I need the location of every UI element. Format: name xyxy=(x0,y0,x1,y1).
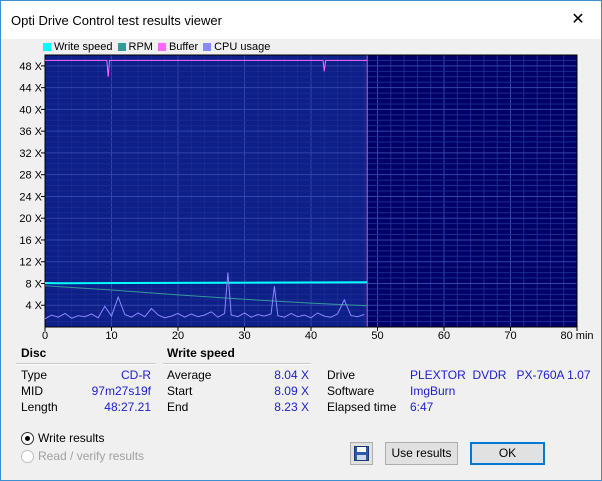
y-tick-label: 20 X xyxy=(19,213,42,225)
type-value: CD-R xyxy=(121,368,151,382)
x-tick-label: 10 xyxy=(105,330,117,341)
x-tick-label: 80 min xyxy=(560,330,593,341)
average-value: 8.04 X xyxy=(274,368,309,382)
software-value: ImgBurn xyxy=(410,384,456,398)
y-tick-label: 40 X xyxy=(19,104,42,116)
end-label: End xyxy=(167,400,189,414)
y-tick-label: 48 X xyxy=(19,61,42,73)
save-button[interactable] xyxy=(350,442,373,465)
drive-value: PLEXTOR DVDR PX-760A 1.07 xyxy=(410,368,591,382)
start-value: 8.09 X xyxy=(274,384,309,398)
y-tick-label: 4 X xyxy=(25,300,42,312)
average-label: Average xyxy=(167,368,212,382)
write-results-radio[interactable] xyxy=(21,432,34,445)
y-tick-label: 28 X xyxy=(19,170,42,182)
x-tick-label: 0 xyxy=(42,330,48,341)
software-label: Software xyxy=(327,384,375,398)
type-label: Type xyxy=(21,368,48,382)
end-value: 8.23 X xyxy=(274,400,309,414)
write-speed-header: Write speed xyxy=(167,346,235,360)
y-tick-label: 8 X xyxy=(25,278,42,290)
series-write-speed xyxy=(44,281,368,285)
y-tick-label: 44 X xyxy=(19,83,42,95)
read-verify-results-radio[interactable] xyxy=(21,450,34,463)
y-tick-label: 16 X xyxy=(19,235,42,247)
disc-header: Disc xyxy=(21,346,47,360)
x-tick-label: 20 xyxy=(172,330,184,341)
divider xyxy=(16,363,156,365)
y-tick-label: 24 X xyxy=(19,191,42,203)
elapsed-time-label: Elapsed time xyxy=(327,400,397,414)
mid-value: 97m27s19f xyxy=(91,384,151,398)
start-label: Start xyxy=(167,384,193,398)
use-results-button[interactable]: Use results xyxy=(385,442,458,465)
mid-label: MID xyxy=(21,384,43,398)
read-verify-results-label[interactable]: Read / verify results xyxy=(38,449,144,463)
x-tick-label: 70 xyxy=(504,330,516,341)
x-tick-label: 60 xyxy=(438,330,450,341)
x-tick-label: 40 xyxy=(305,330,317,341)
y-tick-label: 12 X xyxy=(19,257,42,269)
write-results-label[interactable]: Write results xyxy=(38,431,104,445)
length-label: Length xyxy=(21,400,58,414)
length-value: 48:27.21 xyxy=(104,400,151,414)
floppy-disk-icon xyxy=(354,446,369,461)
y-tick-label: 32 X xyxy=(19,148,42,160)
write-speed-chart: 4 X 8 X 12 X 16 X 20 X 24 X 28 X 32 X 36 X 40 X 44… xyxy=(19,54,594,341)
x-tick-label: 30 xyxy=(238,330,250,341)
results-viewer-window: Opti Drive Control test results viewer ✕… xyxy=(0,0,602,481)
ok-button[interactable]: OK xyxy=(470,442,545,465)
x-tick-label: 50 xyxy=(371,330,383,341)
y-tick-label: 36 X xyxy=(19,126,42,138)
elapsed-time-value: 6:47 xyxy=(410,400,434,414)
radio-selected-dot xyxy=(25,436,30,441)
divider xyxy=(163,363,311,365)
drive-label: Drive xyxy=(327,368,356,382)
